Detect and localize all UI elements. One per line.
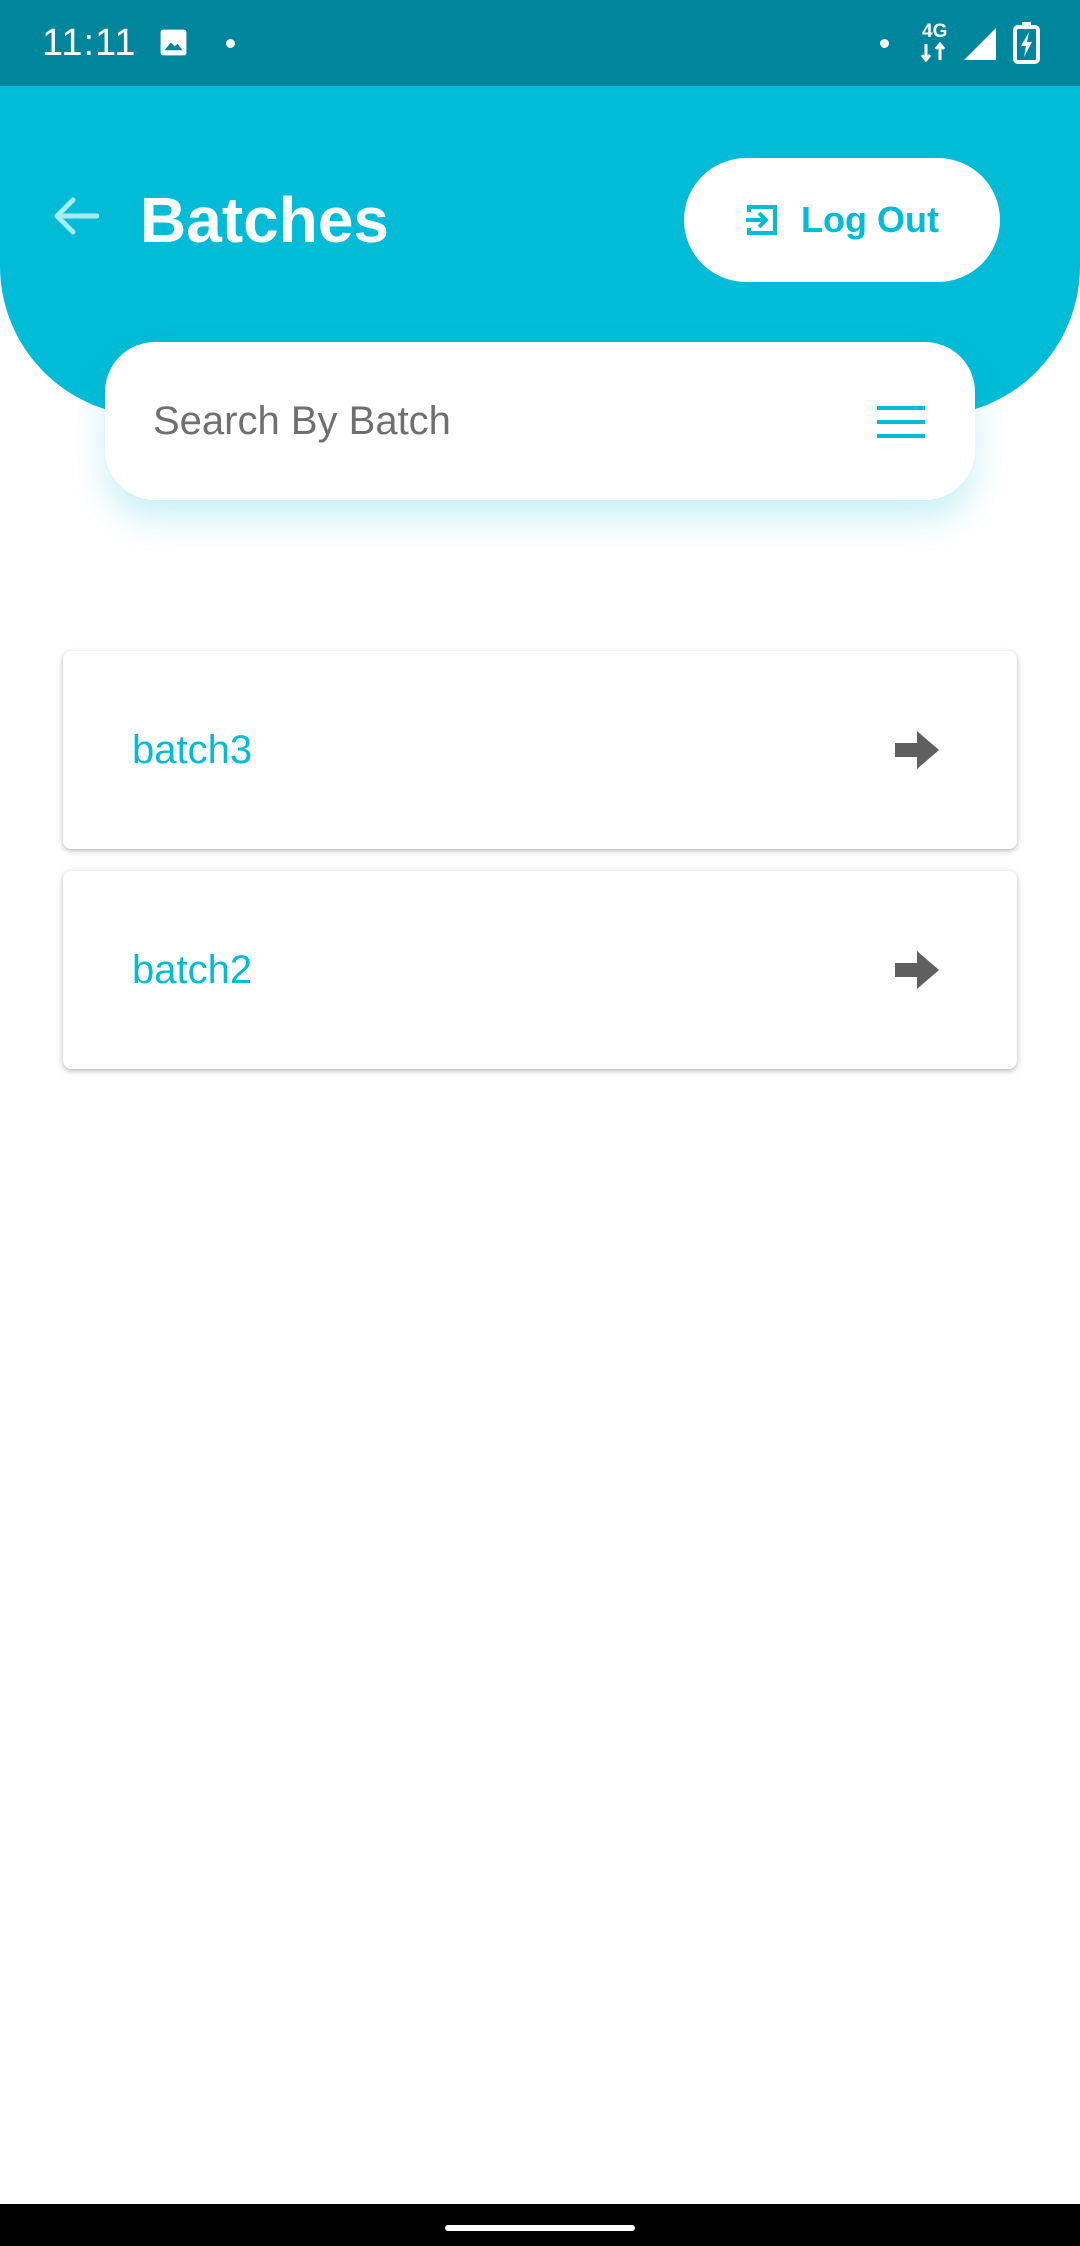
- batch-name: batch3: [132, 728, 253, 772]
- page-title: Batches: [140, 184, 389, 256]
- logout-icon: [746, 205, 778, 235]
- status-time: 11:11: [42, 22, 137, 64]
- batch-list-item[interactable]: batch2: [63, 871, 1017, 1069]
- status-dot-icon: [880, 39, 889, 48]
- home-indicator[interactable]: [445, 2225, 635, 2231]
- status-bar: 11:11 4G: [0, 0, 1080, 86]
- photo-icon: [160, 29, 187, 56]
- logout-button[interactable]: Log Out: [684, 158, 1000, 282]
- notification-dot: [226, 39, 235, 48]
- arrow-right-icon[interactable]: [893, 729, 941, 771]
- batch-name: batch2: [132, 948, 253, 992]
- navigation-bar: [0, 2204, 1080, 2246]
- back-arrow-icon: [54, 197, 99, 235]
- back-button[interactable]: [40, 180, 112, 252]
- menu-icon: [877, 406, 925, 438]
- data-arrows-icon: [920, 41, 946, 62]
- signal-icon: [964, 28, 996, 60]
- search-bar: [105, 342, 975, 500]
- menu-button[interactable]: [871, 392, 931, 452]
- arrow-right-icon[interactable]: [893, 949, 941, 991]
- logout-label: Log Out: [801, 199, 939, 240]
- battery-charging-icon: [1013, 22, 1040, 64]
- batch-list-item[interactable]: batch3: [63, 651, 1017, 849]
- search-input[interactable]: [153, 382, 813, 460]
